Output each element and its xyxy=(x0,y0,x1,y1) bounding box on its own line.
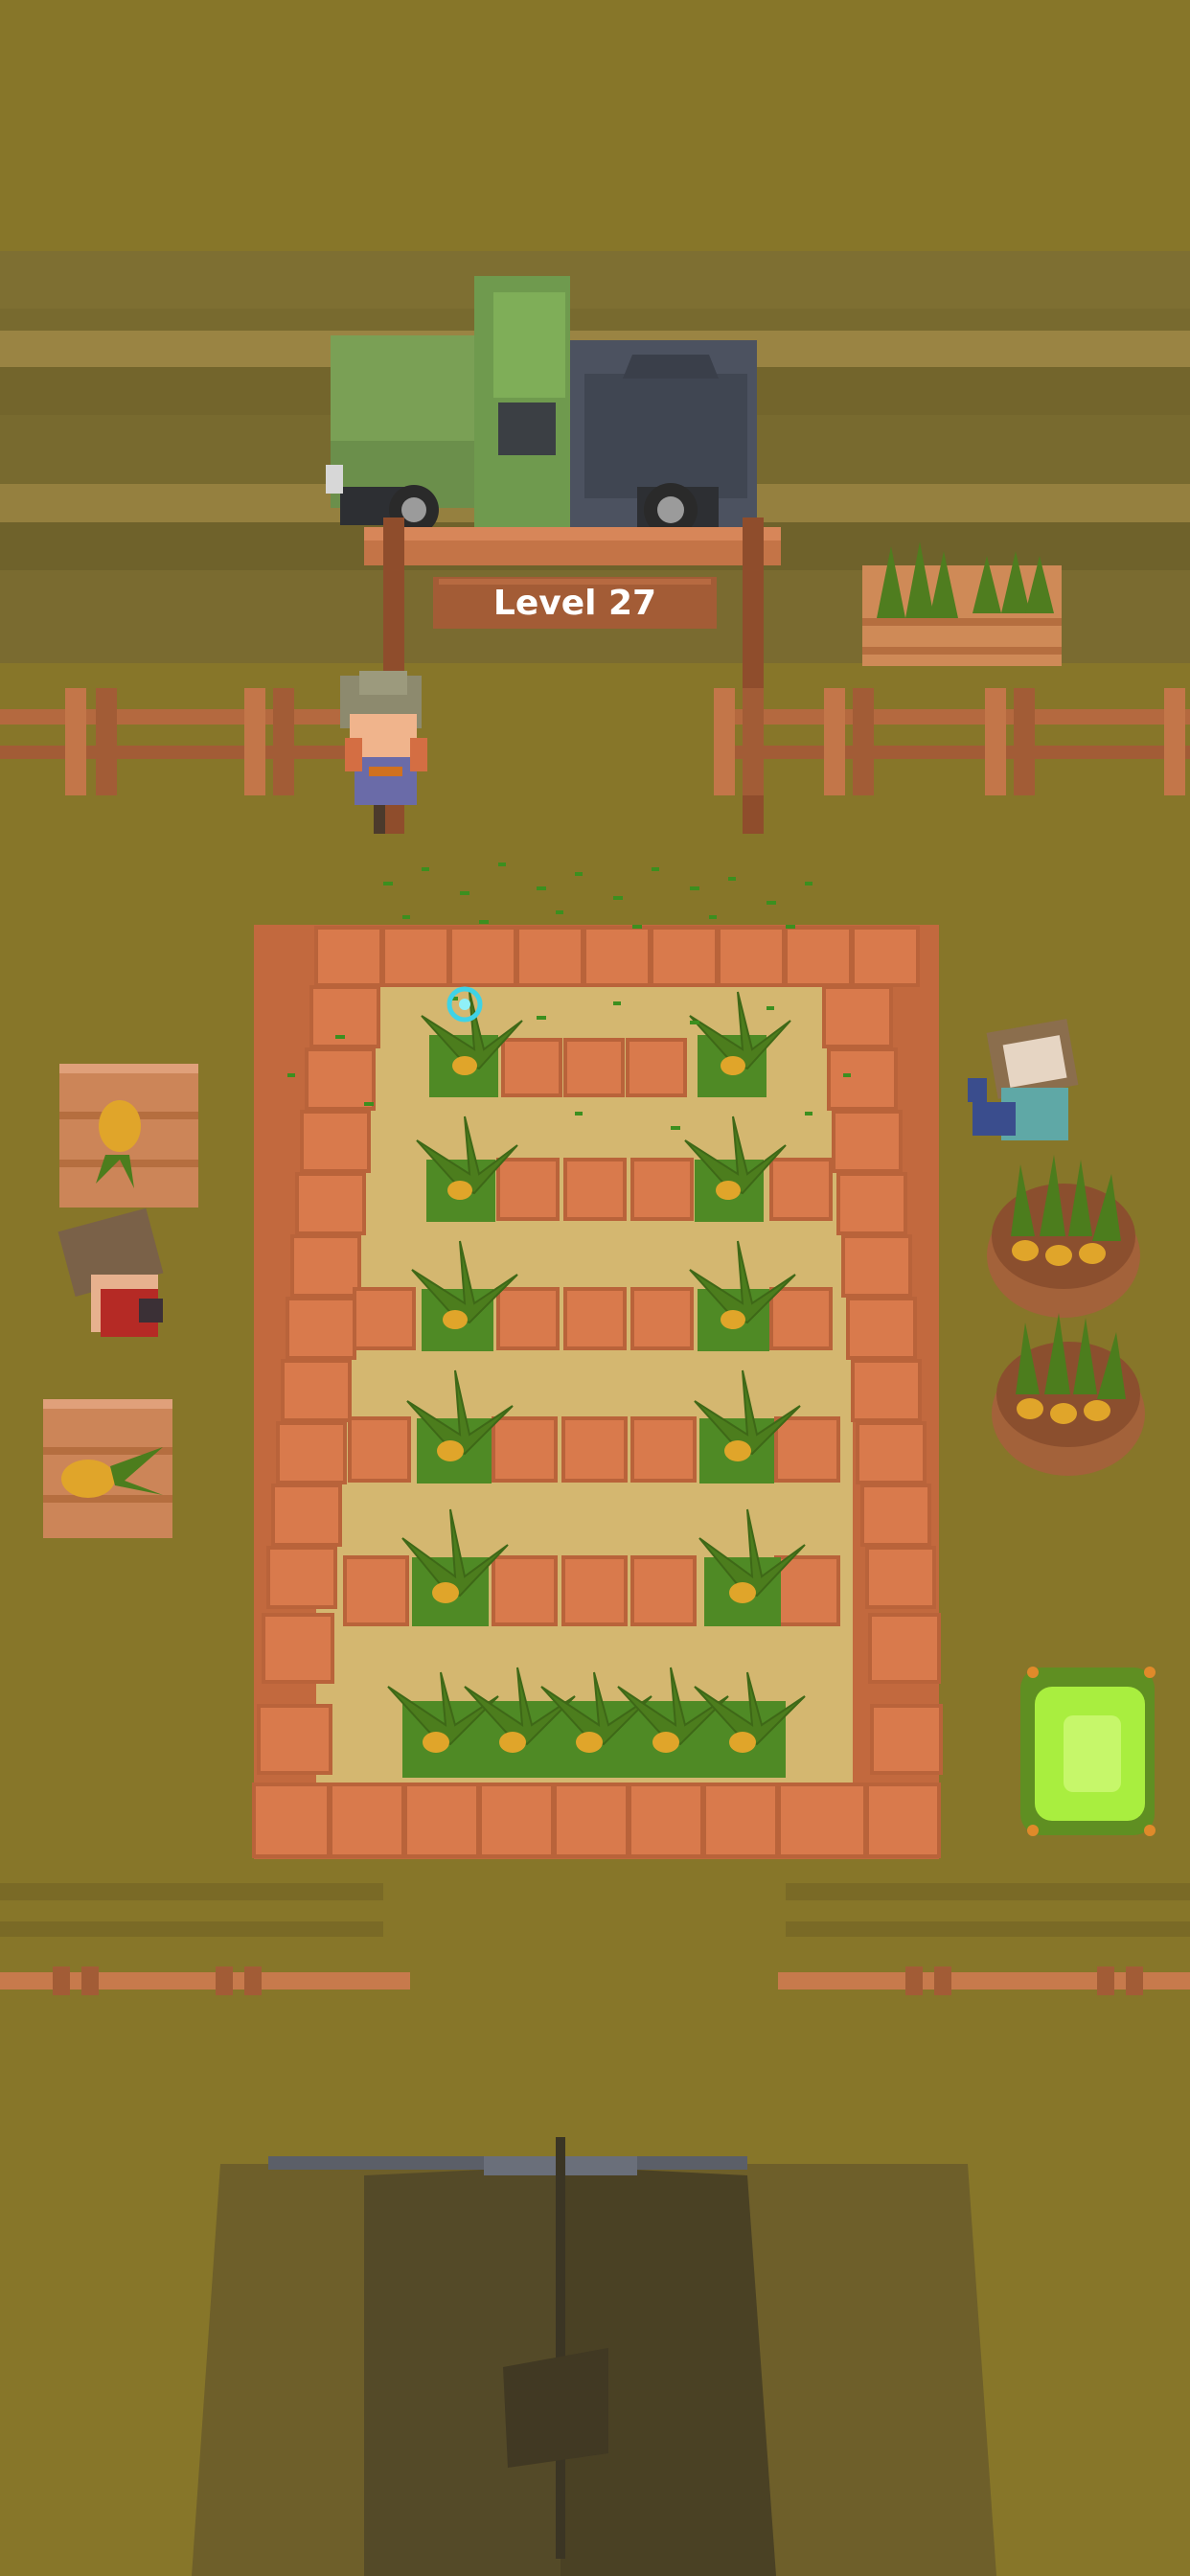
barn-roof xyxy=(192,2137,996,2576)
game-scene[interactable]: Level 27 xyxy=(0,0,1190,2576)
lime-bin[interactable] xyxy=(1020,1667,1156,1836)
level-label: Level 27 xyxy=(492,584,657,623)
crate-left-2[interactable] xyxy=(43,1399,172,1538)
scene-canvas xyxy=(0,0,1190,2576)
crate-left-1[interactable] xyxy=(59,1064,198,1208)
